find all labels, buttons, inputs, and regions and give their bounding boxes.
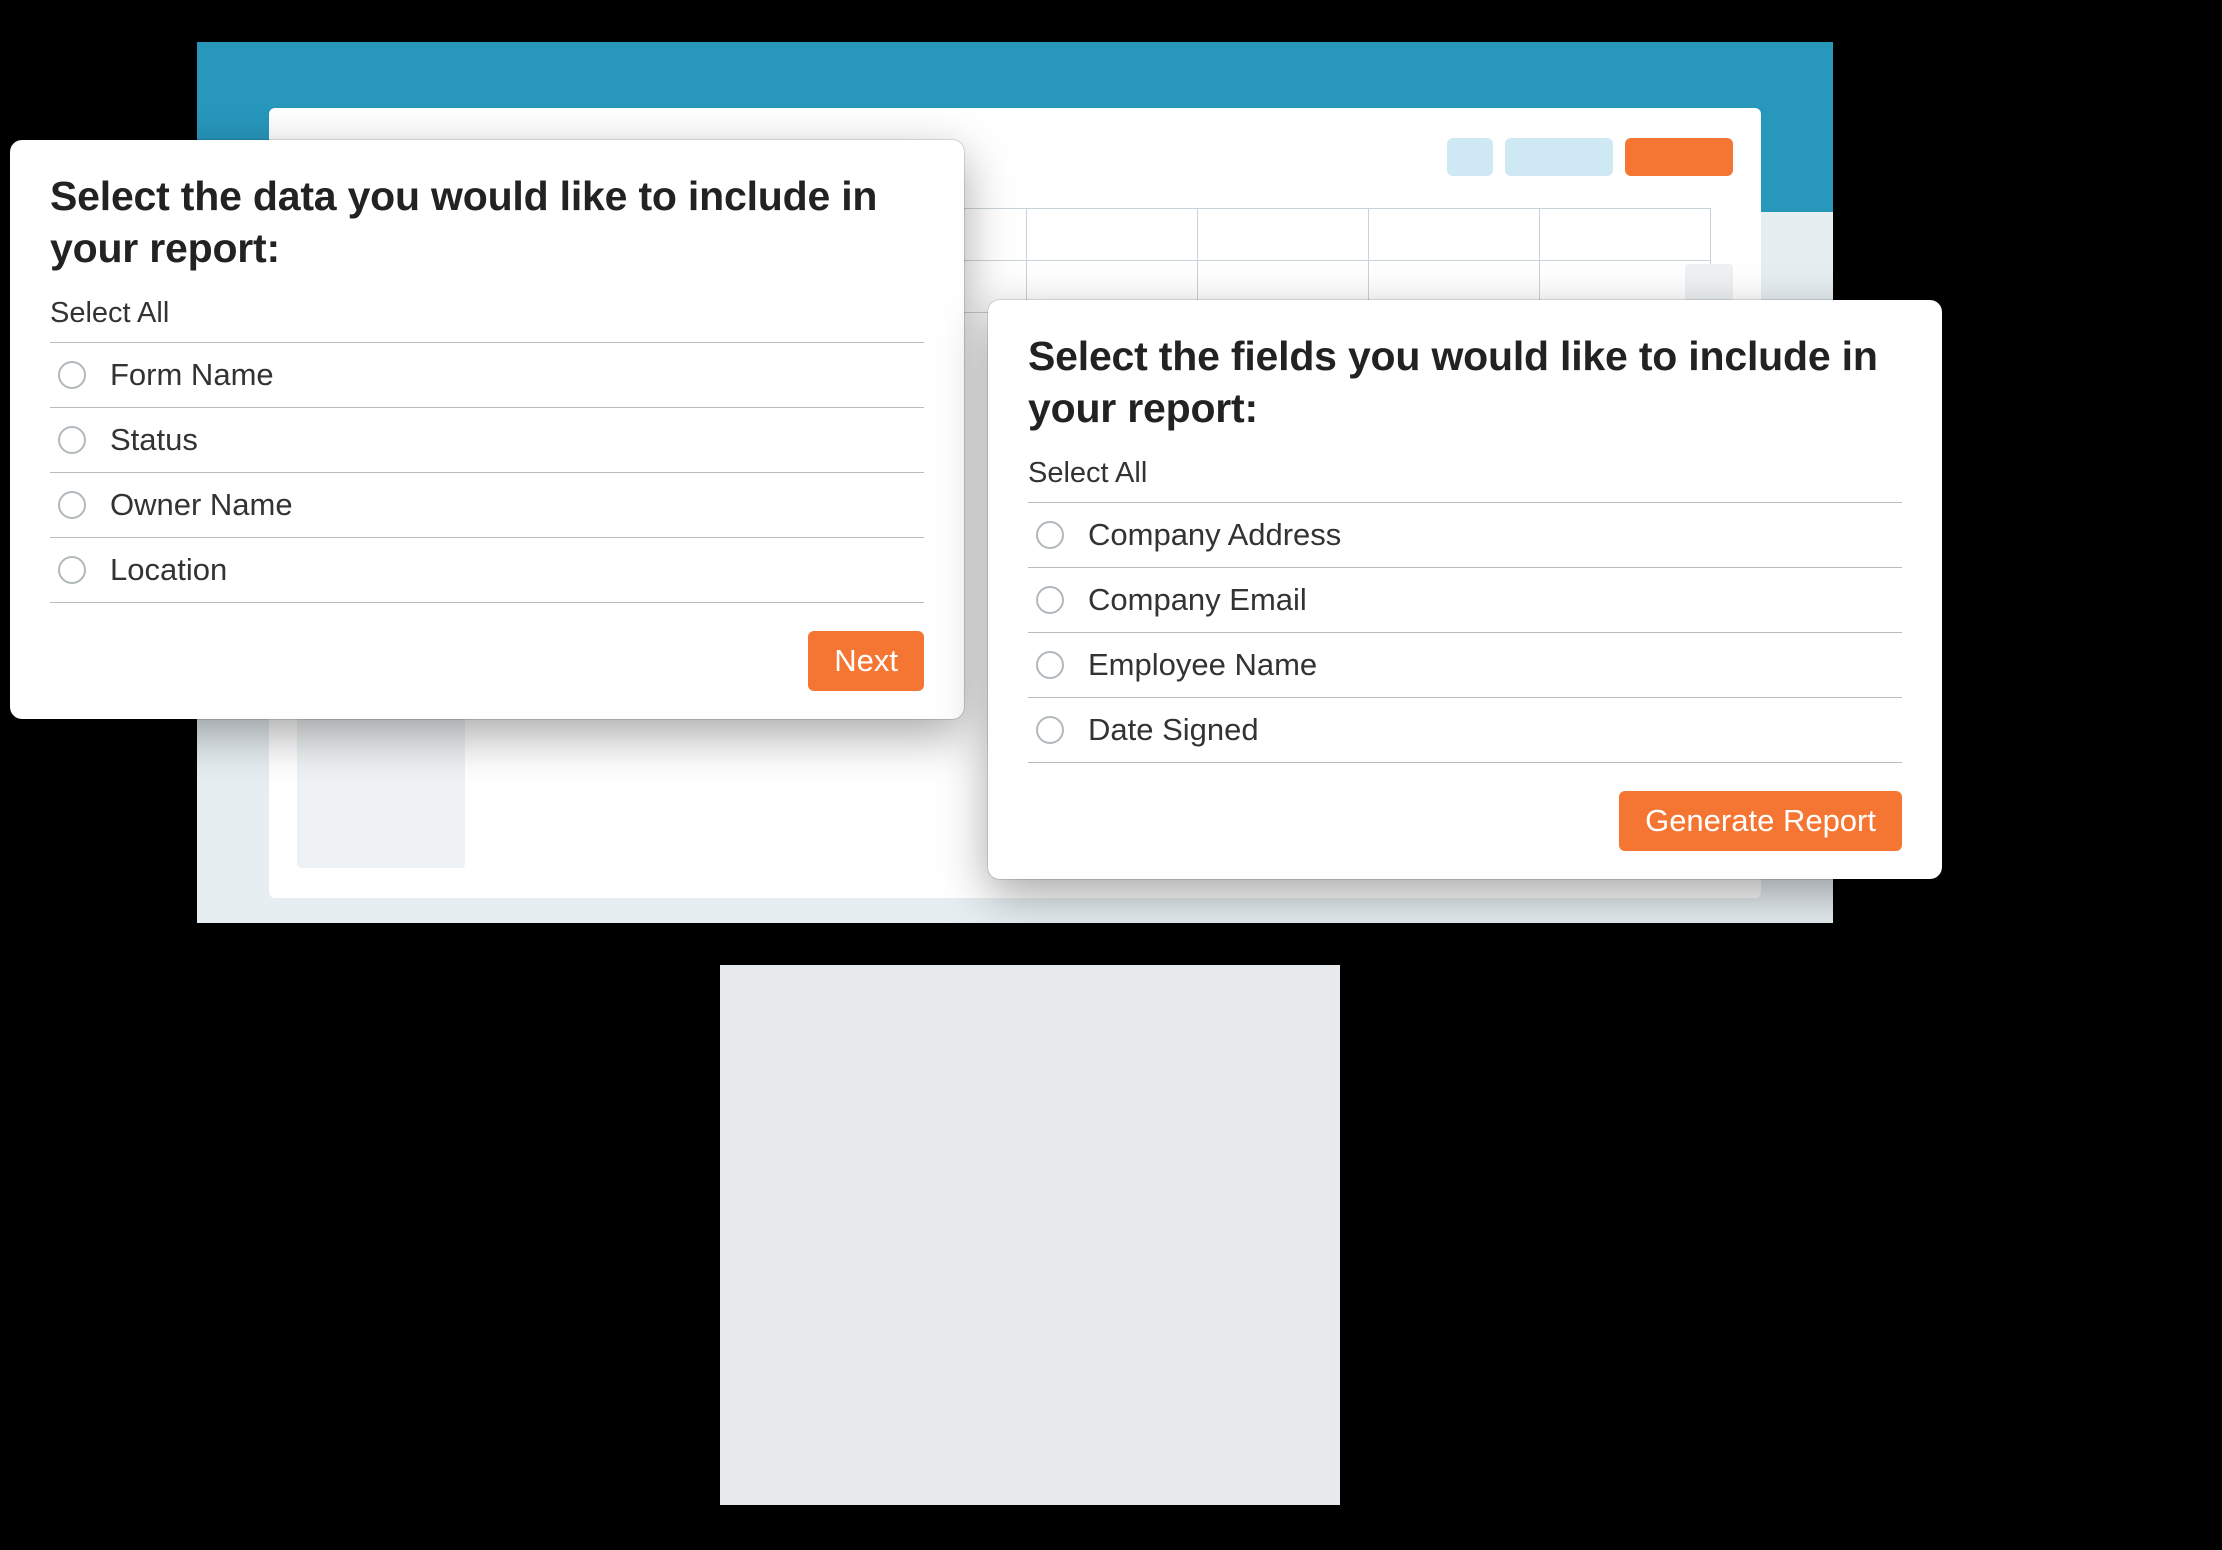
select-all-label[interactable]: Select All [50,297,924,342]
option-label: Company Address [1088,517,1341,553]
option-list: Form Name Status Owner Name Location [50,342,924,603]
option-label: Location [110,552,227,588]
toolbar-action-button[interactable] [1625,138,1733,176]
radio-icon [1036,716,1064,744]
radio-icon [1036,521,1064,549]
dialog-actions: Generate Report [1028,791,1902,851]
option-form-name[interactable]: Form Name [50,342,924,407]
option-status[interactable]: Status [50,407,924,472]
radio-icon [58,491,86,519]
toolbar-placeholder-wide [1505,138,1613,176]
option-company-address[interactable]: Company Address [1028,502,1902,567]
select-all-label[interactable]: Select All [1028,457,1902,502]
radio-icon [1036,586,1064,614]
select-data-dialog: Select the data you would like to includ… [10,140,964,719]
radio-icon [1036,651,1064,679]
option-label: Owner Name [110,487,293,523]
option-label: Company Email [1088,582,1307,618]
option-employee-name[interactable]: Employee Name [1028,632,1902,697]
option-location[interactable]: Location [50,537,924,603]
select-fields-dialog: Select the fields you would like to incl… [988,300,1942,879]
option-owner-name[interactable]: Owner Name [50,472,924,537]
option-company-email[interactable]: Company Email [1028,567,1902,632]
option-date-signed[interactable]: Date Signed [1028,697,1902,763]
dialog-title: Select the fields you would like to incl… [1028,330,1902,435]
monitor-stand [720,965,1340,1505]
panel-toolbar [1447,138,1733,176]
option-label: Employee Name [1088,647,1317,683]
radio-icon [58,361,86,389]
next-button[interactable]: Next [808,631,924,691]
option-label: Status [110,422,198,458]
dialog-title: Select the data you would like to includ… [50,170,924,275]
option-label: Date Signed [1088,712,1259,748]
dialog-actions: Next [50,631,924,691]
radio-icon [58,556,86,584]
option-label: Form Name [110,357,274,393]
generate-report-button[interactable]: Generate Report [1619,791,1902,851]
toolbar-placeholder-square [1447,138,1493,176]
radio-icon [58,426,86,454]
option-list: Company Address Company Email Employee N… [1028,502,1902,763]
